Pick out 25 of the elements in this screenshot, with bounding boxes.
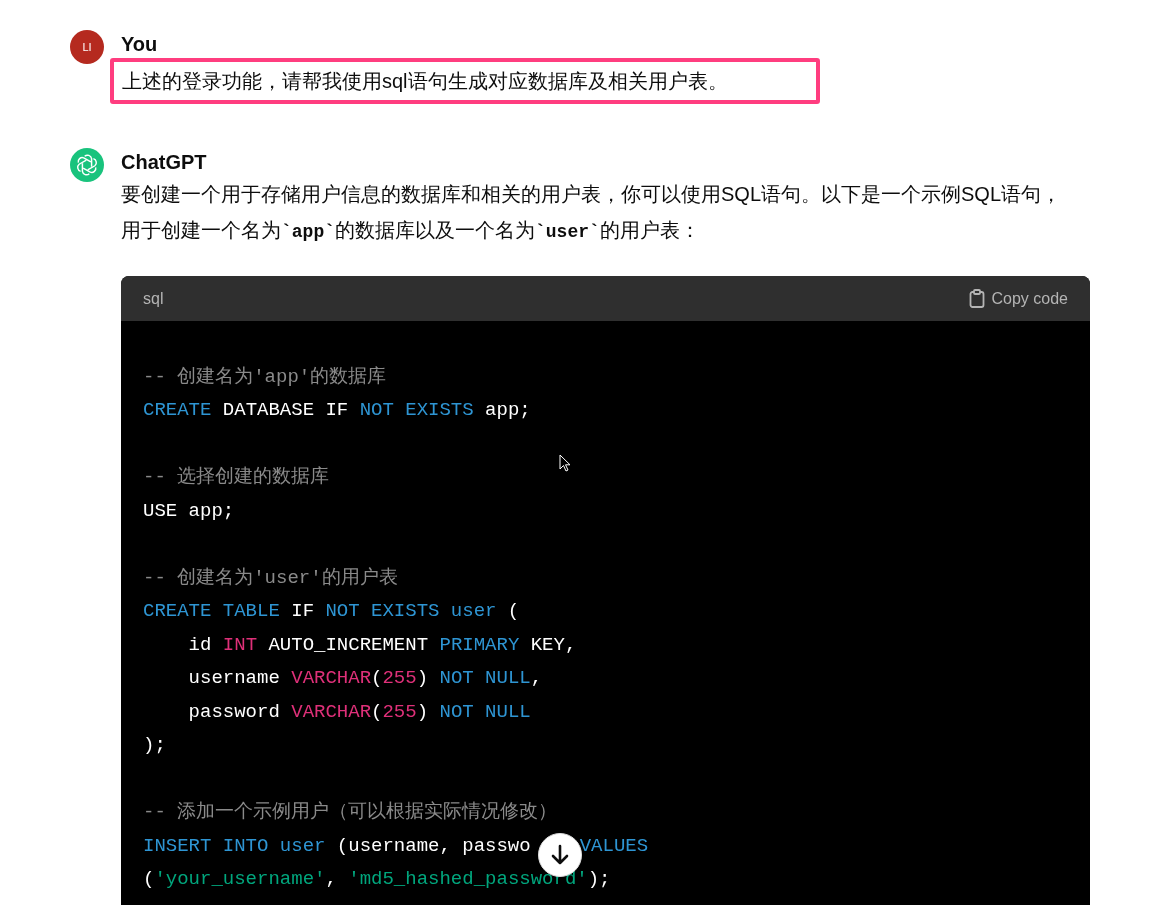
code-line: password VARCHAR(255) NOT NULL: [187, 699, 531, 725]
code-text: INSERT INTO user (username, passwo: [143, 834, 531, 857]
code-line: CREATE TABLE IF NOT EXISTS user (: [143, 599, 520, 624]
code-line: -- 创建名为'user'的用户表: [143, 565, 398, 591]
arrow-down-icon: [550, 844, 570, 866]
user-avatar: LI: [70, 30, 104, 64]
author-name: You: [121, 32, 159, 57]
code-line: username VARCHAR(255) NOT NULL,: [187, 666, 543, 691]
code-line: );: [143, 733, 166, 758]
code-line: -- 添加一个示例用户（可以根据实际情况修改）: [143, 800, 558, 825]
mouse-cursor-icon: [559, 454, 571, 472]
message-text: 要创建一个用于存储用户信息的数据库和相关的用户表，你可以使用SQL语句。以下是一个示例SQL语句，用于创建一个名为`app`的数据库以及一个名为`user`的用户表：: [121, 182, 1063, 244]
copy-code-button[interactable]: Copy code: [968, 286, 1068, 311]
code-line: -- 创建名为'app'的数据库: [143, 364, 387, 390]
code-line: CREATE DATABASE IF NOT EXISTS app;: [143, 398, 531, 423]
code-text: VALUES: [579, 834, 649, 857]
message-text: 上述的登录功能，请帮我使用sql语句生成对应数据库及相关用户表。: [110, 58, 820, 104]
code-line: ('your_username', 'md5_hashed_password');: [143, 867, 611, 892]
assistant-logo-icon: [70, 148, 104, 182]
clipboard-icon: [968, 289, 985, 308]
code-line: id INT AUTO_INCREMENT PRIMARY KEY,: [187, 632, 577, 658]
language-label: sql: [143, 288, 164, 309]
code-line: -- 选择创建的数据库: [143, 465, 330, 490]
author-name: ChatGPT: [121, 150, 208, 175]
code-line: USE app;: [143, 498, 235, 524]
